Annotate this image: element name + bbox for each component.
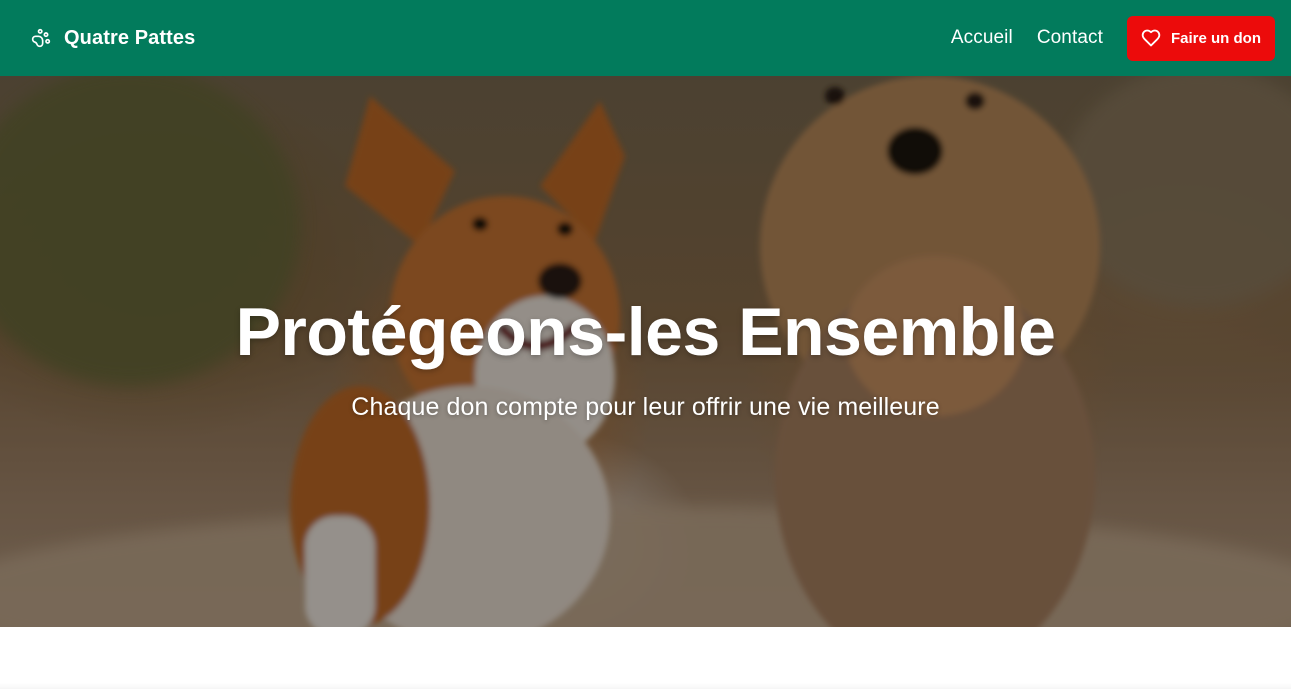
- heart-icon: [1141, 28, 1161, 48]
- hero-title: Protégeons-les Ensemble: [235, 294, 1056, 370]
- section-divider: [0, 683, 1291, 689]
- hero-subtitle: Chaque don compte pour leur offrir une v…: [351, 393, 940, 421]
- brand-link[interactable]: Quatre Pattes: [30, 27, 195, 50]
- hero-banner: Protégeons-les Ensemble Chaque don compt…: [0, 76, 1291, 627]
- donate-label: Faire un don: [1171, 29, 1261, 47]
- donate-button[interactable]: Faire un don: [1127, 15, 1275, 61]
- content-section: [0, 627, 1291, 689]
- navbar: Quatre Pattes Accueil Contact Faire un d…: [0, 0, 1291, 76]
- nav-link-accueil[interactable]: Accueil: [951, 27, 1013, 49]
- main-nav: Accueil Contact Faire un don: [951, 15, 1275, 61]
- hero-content: Protégeons-les Ensemble Chaque don compt…: [0, 298, 1291, 422]
- brand-name: Quatre Pattes: [64, 26, 196, 49]
- paw-icon: [30, 27, 52, 49]
- nav-link-contact[interactable]: Contact: [1037, 27, 1103, 49]
